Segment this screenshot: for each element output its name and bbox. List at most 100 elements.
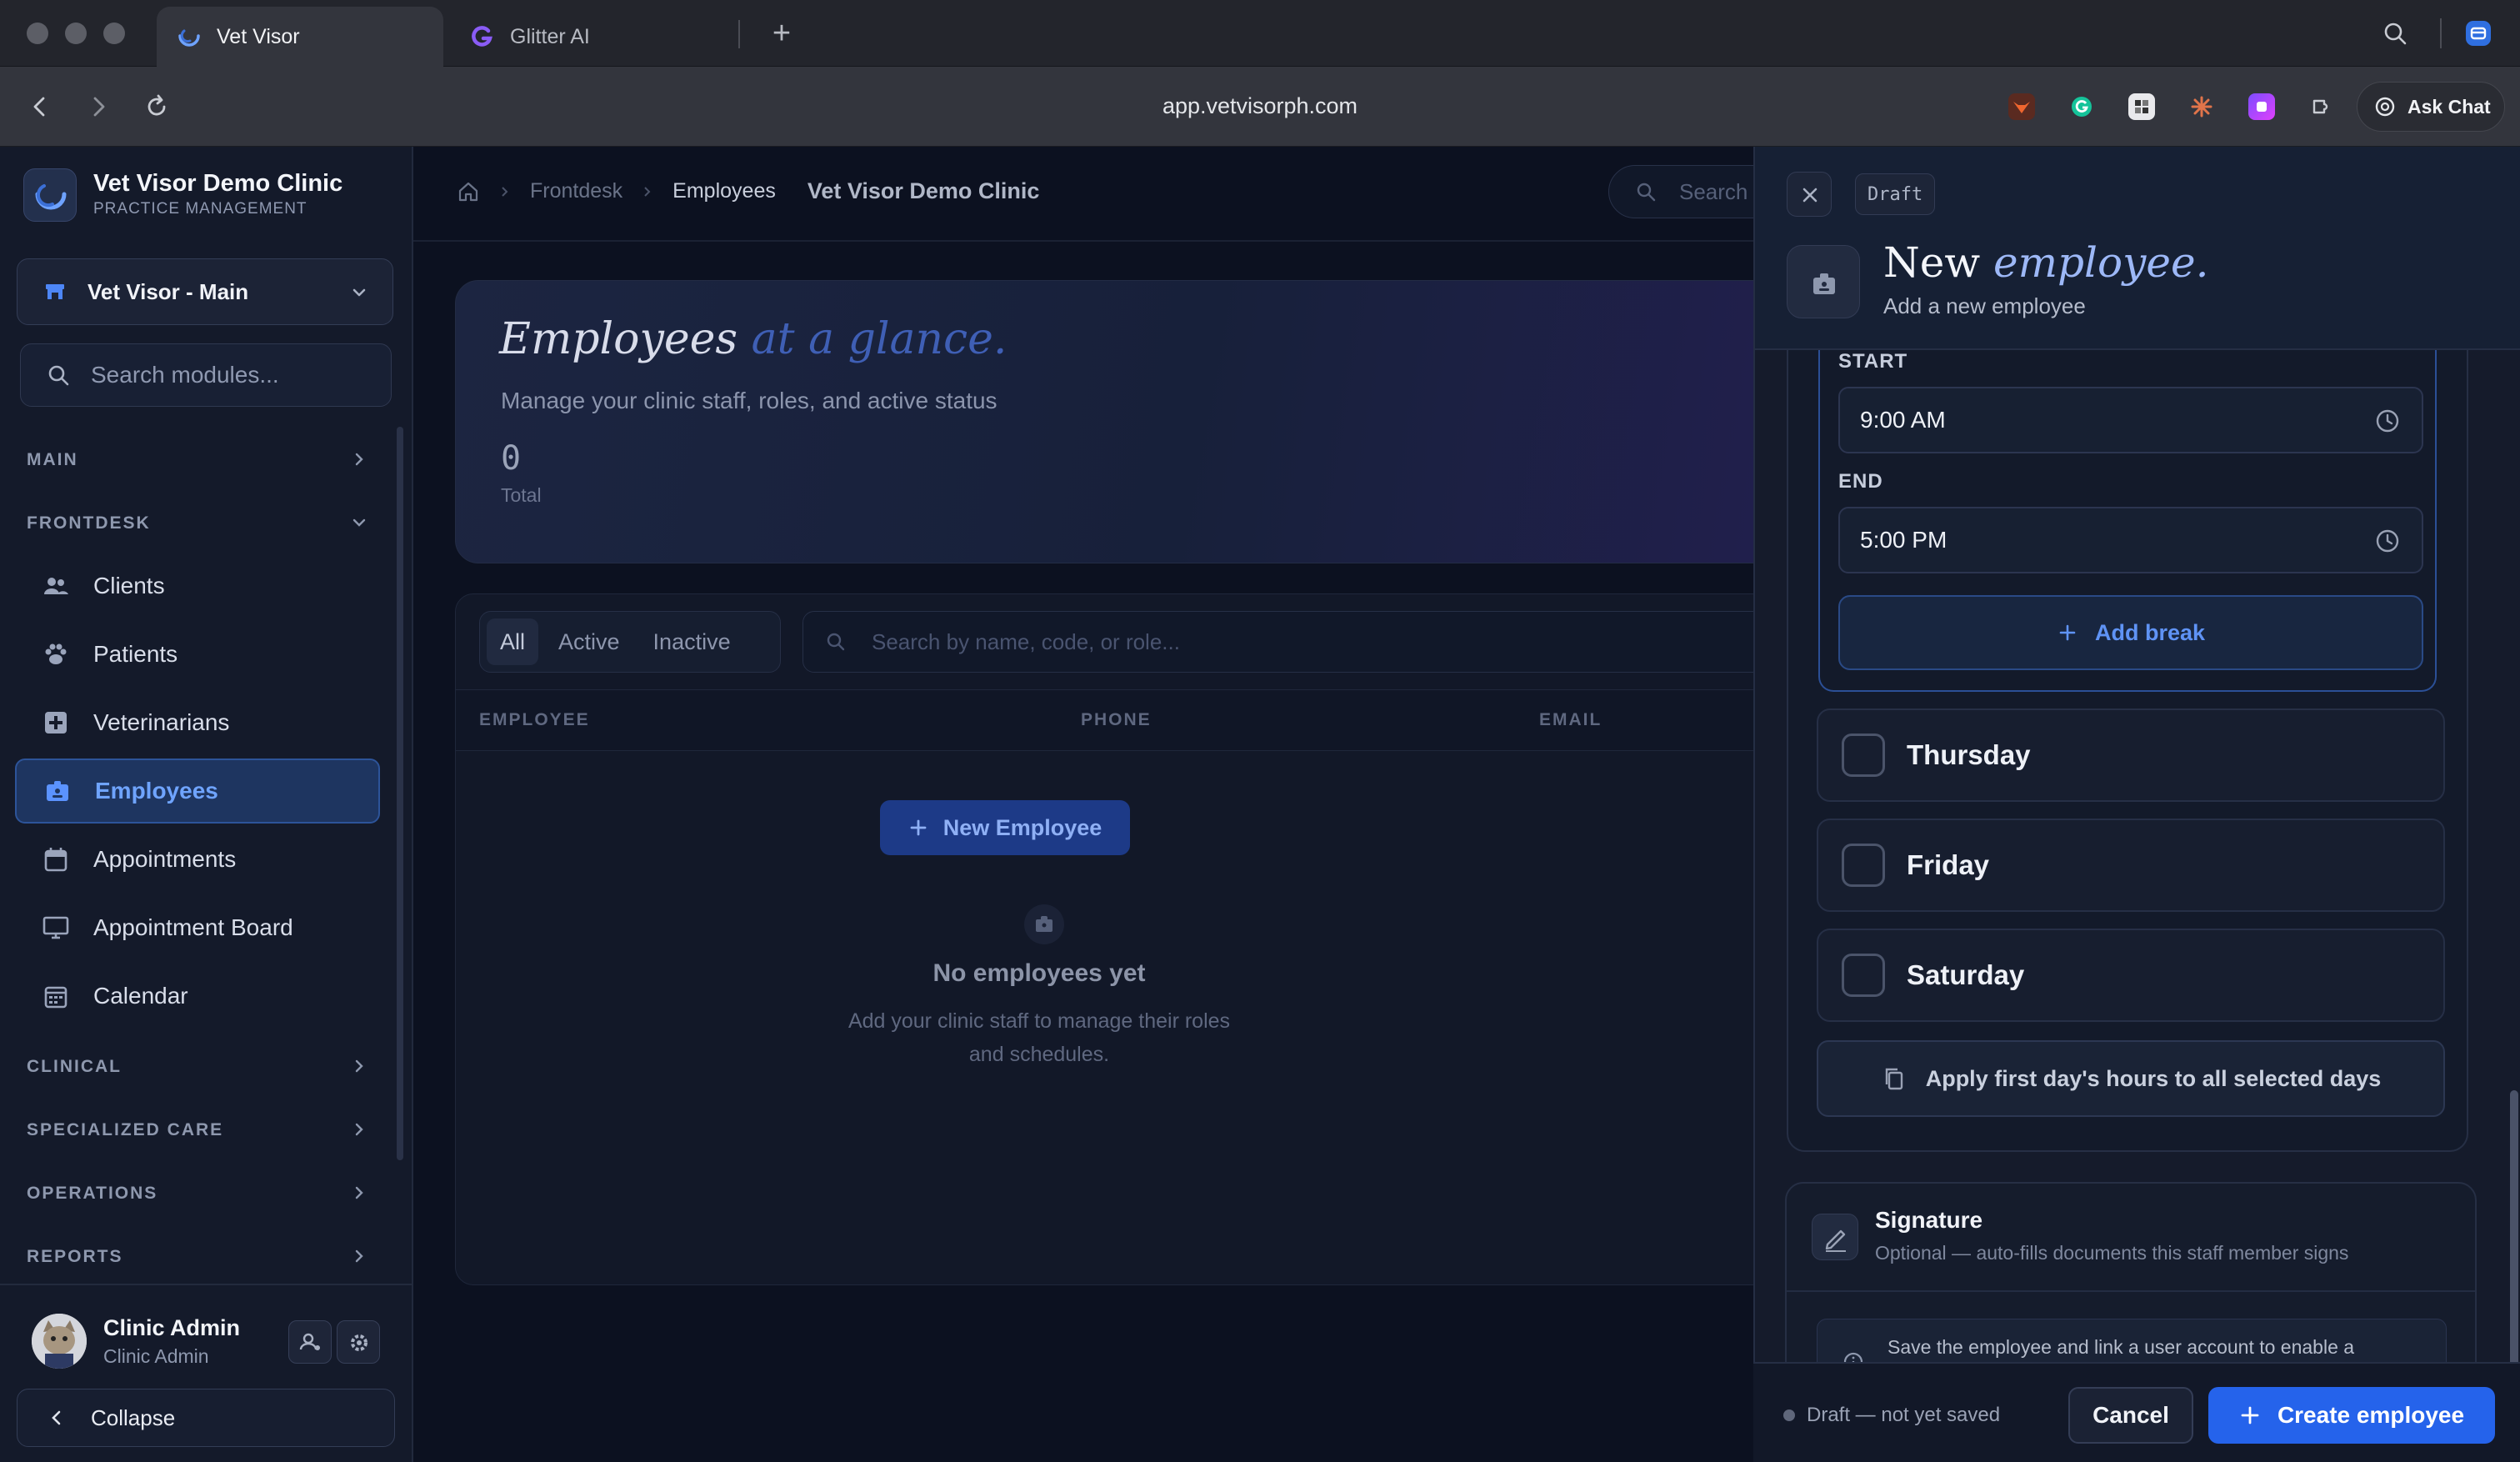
section-reports[interactable]: REPORTS	[27, 1247, 368, 1267]
window-maximize-button[interactable]	[103, 23, 125, 44]
sidebar-item-label: Clients	[93, 573, 165, 598]
extension-purple-icon[interactable]	[2248, 93, 2275, 120]
sidebar-item-appointment-board[interactable]: Appointment Board	[15, 895, 380, 960]
extension-fox-icon[interactable]	[2008, 93, 2035, 120]
extensions-puzzle-icon[interactable]	[2308, 93, 2335, 120]
drawer-title: New employee.	[1883, 238, 2208, 287]
new-tab-button[interactable]: +	[765, 17, 798, 50]
create-employee-button[interactable]: Create employee	[2208, 1387, 2495, 1444]
signature-subtitle: Optional — auto-fills documents this sta…	[1875, 1242, 2349, 1264]
sidebar-item-label: Appointments	[93, 846, 237, 872]
breadcrumb-separator-icon	[641, 185, 654, 198]
search-tabs-icon[interactable]	[2380, 18, 2410, 48]
settings-button[interactable]	[337, 1320, 380, 1364]
window-close-button[interactable]	[27, 23, 48, 44]
clock-icon[interactable]	[2373, 527, 2402, 555]
day-row-thursday[interactable]: Thursday	[1817, 708, 2445, 802]
add-break-button[interactable]: Add break	[1838, 595, 2423, 670]
friday-checkbox[interactable]	[1842, 844, 1885, 887]
user-role: Clinic Admin	[103, 1345, 209, 1367]
extension-grammarly-icon[interactable]	[2068, 93, 2095, 120]
column-employee[interactable]: EMPLOYEE	[479, 710, 590, 730]
employee-search-input[interactable]: Search by name, code, or role...	[802, 611, 1802, 673]
filter-active[interactable]: Active	[545, 618, 633, 665]
day-label: Friday	[1907, 849, 1990, 880]
copy-icon	[1881, 1065, 1908, 1092]
section-specialized-care[interactable]: SPECIALIZED CARE	[27, 1120, 368, 1140]
drawer-title-accent: employee.	[1993, 238, 2209, 287]
window-minimize-button[interactable]	[65, 23, 87, 44]
close-drawer-button[interactable]	[1787, 172, 1832, 217]
monitor-icon	[42, 914, 70, 942]
new-employee-button[interactable]: New Employee	[880, 800, 1130, 855]
apply-hours-to-all-button[interactable]: Apply first day's hours to all selected …	[1817, 1040, 2445, 1117]
drawer-footer: Draft — not yet saved Cancel Create empl…	[1753, 1362, 2520, 1462]
end-time-input[interactable]: 5:00 PM	[1838, 507, 2423, 573]
chevron-right-icon	[350, 1184, 368, 1202]
collapse-sidebar-button[interactable]: Collapse	[17, 1389, 395, 1447]
openai-logo-icon	[2372, 94, 2398, 119]
search-icon	[46, 363, 71, 388]
sidebar-item-calendar[interactable]: Calendar	[15, 964, 380, 1029]
filter-all[interactable]: All	[487, 618, 539, 665]
profile-icon[interactable]	[2463, 18, 2493, 48]
hero-card: Employees at a glance. Manage your clini…	[455, 280, 1788, 563]
extension-grid-icon[interactable]	[2128, 93, 2155, 120]
clock-icon[interactable]	[2373, 407, 2402, 435]
draft-status: Draft — not yet saved	[1783, 1404, 2000, 1427]
extension-spark-icon[interactable]	[2188, 93, 2215, 120]
sidebar-divider	[0, 1284, 412, 1285]
section-label: CLINICAL	[27, 1057, 122, 1076]
branch-selector[interactable]: Vet Visor - Main	[17, 258, 393, 325]
id-badge-icon	[1024, 904, 1064, 944]
page-subtitle: Manage your clinic staff, roles, and act…	[501, 388, 998, 413]
clinic-name: Vet Visor Demo Clinic	[93, 170, 343, 197]
column-phone[interactable]: PHONE	[1081, 710, 1152, 730]
sidebar-item-appointments[interactable]: Appointments	[15, 827, 380, 892]
day-row-saturday[interactable]: Saturday	[1817, 929, 2445, 1022]
page-title-main: Employees	[499, 314, 738, 364]
switch-user-button[interactable]	[288, 1320, 332, 1364]
avatar[interactable]	[32, 1314, 87, 1369]
day-row-friday[interactable]: Friday	[1817, 819, 2445, 912]
home-icon[interactable]	[457, 180, 480, 203]
saturday-checkbox[interactable]	[1842, 954, 1885, 997]
drawer-title-main: New	[1883, 238, 1981, 287]
tab-separator	[738, 20, 740, 48]
users-icon	[42, 572, 70, 600]
section-label: MAIN	[27, 450, 78, 469]
section-clinical[interactable]: CLINICAL	[27, 1057, 368, 1077]
section-frontdesk[interactable]: FRONTDESK	[27, 513, 368, 533]
column-email[interactable]: EMAIL	[1539, 710, 1602, 730]
chevron-down-icon	[349, 283, 369, 303]
plus-icon	[908, 818, 928, 838]
browser-tab-vet-visor[interactable]: Vet Visor	[157, 7, 443, 67]
section-main[interactable]: MAIN	[27, 450, 368, 470]
module-search-input[interactable]: Search modules...	[20, 343, 392, 407]
filter-inactive[interactable]: Inactive	[640, 618, 744, 665]
global-search-placeholder: Search	[1679, 178, 1748, 204]
cancel-button[interactable]: Cancel	[2068, 1387, 2193, 1444]
ask-chat-button[interactable]: Ask Chat	[2357, 82, 2505, 132]
main-content: Frontdesk Employees Vet Visor Demo Clini…	[413, 147, 1802, 1462]
start-time-input[interactable]: 9:00 AM	[1838, 387, 2423, 453]
header-divider	[413, 240, 1753, 242]
signature-title: Signature	[1875, 1207, 1983, 1233]
sidebar-item-label: Veterinarians	[93, 709, 230, 735]
glitter-ai-logo-icon	[470, 24, 495, 49]
sidebar-scrollbar[interactable]	[397, 427, 403, 1160]
sidebar-item-veterinarians[interactable]: Veterinarians	[15, 690, 380, 755]
browser-tab-glitter-ai[interactable]: Glitter AI	[450, 7, 742, 67]
search-icon	[825, 631, 847, 653]
sidebar-item-patients[interactable]: Patients	[15, 622, 380, 687]
section-label: FRONTDESK	[27, 513, 151, 533]
thursday-checkbox[interactable]	[1842, 734, 1885, 777]
breadcrumb-frontdesk[interactable]: Frontdesk	[530, 179, 622, 203]
section-operations[interactable]: OPERATIONS	[27, 1184, 368, 1204]
sidebar-item-label: Appointment Board	[93, 914, 293, 940]
plus-icon	[2239, 1404, 2261, 1426]
start-time-label: START	[1838, 350, 1908, 373]
sidebar-item-clients[interactable]: Clients	[15, 553, 380, 618]
sidebar-item-employees[interactable]: Employees	[15, 759, 380, 824]
employee-search-placeholder: Search by name, code, or role...	[872, 628, 1180, 654]
